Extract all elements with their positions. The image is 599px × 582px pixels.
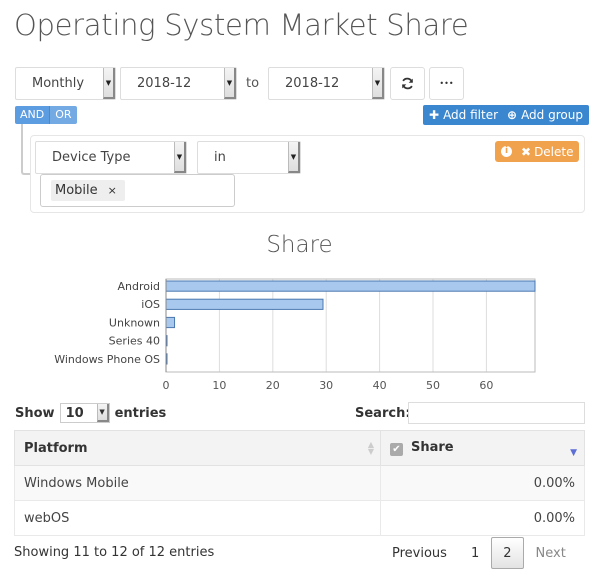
- search-input[interactable]: [408, 402, 585, 424]
- table-info: Showing 11 to 12 of 12 entries: [14, 545, 215, 560]
- or-button[interactable]: OR: [50, 106, 77, 124]
- column-header-share[interactable]: ✔ Share ▼: [380, 430, 585, 466]
- x-tick-label: 10: [212, 379, 226, 390]
- condition-toggle[interactable]: AND OR: [15, 106, 77, 124]
- caret-down-icon: ▼: [103, 68, 115, 99]
- previous-button[interactable]: Previous: [380, 537, 459, 569]
- value-tag: Mobile ×: [51, 180, 125, 201]
- close-icon: ✖: [521, 144, 532, 159]
- category-label: Windows Phone OS: [54, 353, 160, 366]
- share-cell: 0.00%: [380, 465, 585, 501]
- delete-label: Delete: [534, 144, 574, 159]
- interval-value: Monthly: [32, 76, 85, 91]
- plus-icon: ✚: [429, 108, 440, 122]
- share-bar-chart: 0 10 20 30 40 50 60 Android iOS Unknown Series 40 W…: [54, 278, 536, 390]
- page-length-select[interactable]: 10 ▼: [59, 403, 110, 423]
- add-group-label: Add group: [521, 108, 583, 122]
- category-label: iOS: [141, 298, 160, 311]
- sort-icon: ▲ ▼: [367, 440, 374, 456]
- page-title: Operating System Market Share: [14, 8, 469, 42]
- x-tick-label: 40: [373, 379, 387, 390]
- caret-down-icon: ▼: [372, 68, 384, 99]
- checkbox-icon[interactable]: ✔: [390, 443, 403, 456]
- add-filter-button[interactable]: ✚ Add filter: [423, 105, 505, 125]
- data-table: Platform ▲ ▼ ✔ Share ▼ Windows Mobile 0.00…: [14, 430, 585, 536]
- remove-tag-icon[interactable]: ×: [108, 184, 117, 197]
- to-date-select[interactable]: 2018-12 ▼: [268, 67, 385, 100]
- refresh-button[interactable]: [390, 67, 425, 100]
- caret-down-icon: ▼: [224, 68, 236, 99]
- x-tick-label: 60: [479, 379, 493, 390]
- plus-circle-icon: ⊕: [507, 108, 518, 122]
- refresh-icon: [402, 77, 413, 90]
- column-header-label: Platform: [24, 440, 88, 456]
- column-header-label: Share: [411, 440, 454, 455]
- value-tag-label: Mobile: [55, 183, 98, 198]
- info-icon: i: [501, 146, 512, 157]
- share-cell: 0.00%: [380, 500, 585, 536]
- field-select[interactable]: Device Type ▼: [35, 141, 187, 174]
- field-value: Device Type: [52, 150, 131, 165]
- add-group-button[interactable]: ⊕ Add group: [501, 105, 589, 125]
- interval-select[interactable]: Monthly ▼: [15, 67, 116, 100]
- bar-unknown: [165, 316, 176, 329]
- caret-down-icon: ▼: [288, 142, 300, 173]
- platform-cell: Windows Mobile: [14, 465, 381, 501]
- show-label: Show: [15, 405, 55, 421]
- sort-desc-icon: ▼: [570, 448, 577, 458]
- from-date-select[interactable]: 2018-12 ▼: [120, 67, 237, 100]
- x-tick-label: 20: [266, 379, 280, 390]
- to-label: to: [246, 76, 260, 91]
- plot-frame: [165, 278, 536, 373]
- and-button[interactable]: AND: [15, 106, 51, 124]
- category-label: Android: [117, 280, 160, 293]
- operator-value: in: [214, 150, 226, 165]
- x-tick-label: 0: [163, 379, 170, 390]
- value-multiselect[interactable]: Mobile ×: [40, 174, 235, 207]
- pagination: Previous 1 2 Next: [380, 537, 578, 569]
- chart-title: Share: [266, 232, 333, 258]
- page-2-button[interactable]: 2: [491, 537, 524, 569]
- add-filter-label: Add filter: [443, 108, 499, 122]
- ellipsis-icon: •••: [439, 79, 454, 88]
- bar-ios: [165, 298, 324, 310]
- platform-cell: webOS: [14, 500, 381, 536]
- x-tick-label: 50: [426, 379, 440, 390]
- from-date-value: 2018-12: [137, 76, 192, 91]
- caret-down-icon: ▼: [96, 404, 109, 422]
- more-button[interactable]: •••: [429, 67, 464, 100]
- x-tick-label: 30: [319, 379, 333, 390]
- entries-label: entries: [114, 405, 167, 421]
- bar-android: [165, 280, 536, 292]
- column-header-platform[interactable]: Platform ▲ ▼: [14, 430, 381, 466]
- to-date-value: 2018-12: [285, 76, 340, 91]
- delete-rule-button[interactable]: i ✖ Delete: [495, 141, 579, 162]
- next-button[interactable]: Next: [524, 537, 578, 569]
- page-1-button[interactable]: 1: [459, 537, 491, 569]
- page-length-value: 10: [65, 405, 84, 421]
- category-label: Series 40: [109, 335, 160, 348]
- length-control: Show 10 ▼ entries: [15, 403, 166, 423]
- table-row: webOS 0.00%: [14, 500, 585, 536]
- operator-select[interactable]: in ▼: [197, 141, 301, 174]
- caret-down-icon: ▼: [174, 142, 186, 173]
- category-label: Unknown: [109, 316, 160, 329]
- search-label: Search:: [355, 406, 411, 421]
- table-row: Windows Mobile 0.00%: [14, 465, 585, 501]
